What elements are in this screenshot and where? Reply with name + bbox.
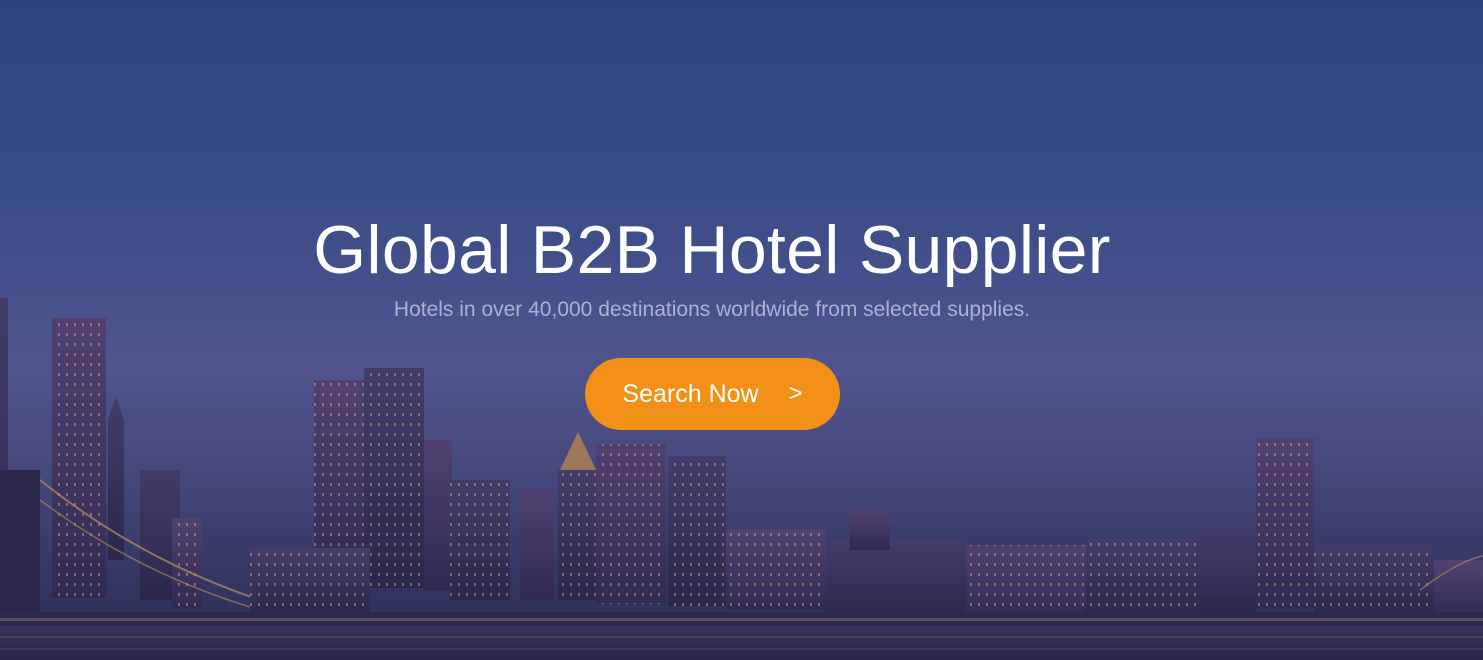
hero-banner: Global B2B Hotel Supplier Hotels in over…: [0, 0, 1483, 660]
hero-title: Global B2B Hotel Supplier: [313, 212, 1111, 288]
hero-subtitle: Hotels in over 40,000 destinations world…: [393, 298, 1031, 321]
search-now-label: Search Now: [622, 379, 759, 408]
search-now-button[interactable]: Search Now >: [585, 358, 840, 430]
chevron-right-icon: >: [788, 380, 803, 407]
hero-content: Global B2B Hotel Supplier Hotels in over…: [0, 0, 1483, 660]
